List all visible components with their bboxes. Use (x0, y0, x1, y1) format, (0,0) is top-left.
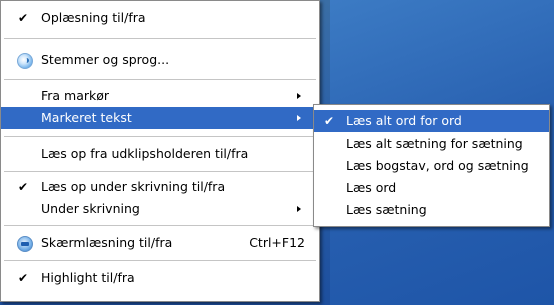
menu-item-label: Markeret tekst (41, 110, 132, 125)
check-icon: ✔ (18, 271, 29, 285)
menu-item-label: Highlight til/fra (41, 270, 135, 285)
menu-item-label: Læs op under skrivning til/fra (41, 179, 226, 194)
submenu-item-label: Læs ord (346, 180, 397, 195)
menu-separator (4, 225, 316, 226)
menu-item-label: Skærmlæsning til/fra (41, 235, 173, 250)
speaker-icon (17, 53, 33, 69)
submenu-item-label: Læs sætning (346, 202, 427, 217)
submenu-item-read-letter-word-sentence[interactable]: Læs bogstav, ord og sætning (314, 155, 549, 177)
submenu-item-read-sentence[interactable]: Læs sætning (314, 199, 549, 221)
menu-separator (4, 171, 316, 172)
menu-item-screen-reading[interactable]: Skærmlæsning til/fra Ctrl+F12 (1, 232, 319, 254)
menu-item-label: Fra markør (41, 88, 110, 103)
context-menu: ✔ Oplæsning til/fra Stemmer og sprog... … (0, 0, 320, 302)
menu-item-read-clipboard[interactable]: Læs op fra udklipsholderen til/fra (1, 143, 319, 165)
menu-separator (4, 79, 316, 80)
menu-separator (4, 38, 316, 39)
check-icon: ✔ (324, 114, 335, 128)
menu-item-reading-toggle[interactable]: ✔ Oplæsning til/fra (1, 7, 319, 29)
submenu-arrow-icon (297, 206, 301, 212)
menu-item-label: Oplæsning til/fra (41, 10, 146, 25)
screen-reader-icon (17, 236, 33, 252)
menu-item-selected-text[interactable]: Markeret tekst (1, 107, 319, 129)
submenu-arrow-icon (297, 93, 301, 99)
submenu-item-label: Læs alt sætning for sætning (346, 136, 523, 151)
menu-item-label: Under skrivning (41, 201, 140, 216)
submenu-item-label: Læs bogstav, ord og sætning (346, 158, 529, 173)
menu-item-from-cursor[interactable]: Fra markør (1, 85, 319, 107)
menu-separator (4, 260, 316, 261)
menu-separator (4, 136, 316, 137)
submenu-item-read-all-word-by-word[interactable]: ✔ Læs alt ord for ord (314, 110, 549, 132)
menu-item-read-while-typing[interactable]: ✔ Læs op under skrivning til/fra (1, 176, 319, 198)
check-icon: ✔ (18, 180, 29, 194)
submenu-item-label: Læs alt ord for ord (346, 113, 462, 128)
menu-item-while-typing[interactable]: Under skrivning (1, 198, 319, 220)
menu-item-voices-language[interactable]: Stemmer og sprog... (1, 49, 319, 71)
selected-text-submenu: ✔ Læs alt ord for ord Læs alt sætning fo… (313, 104, 550, 227)
submenu-item-read-word[interactable]: Læs ord (314, 177, 549, 199)
menu-item-label: Stemmer og sprog... (41, 52, 170, 67)
shortcut-label: Ctrl+F12 (249, 235, 305, 250)
menu-item-highlight-toggle[interactable]: ✔ Highlight til/fra (1, 267, 319, 289)
menu-item-label: Læs op fra udklipsholderen til/fra (41, 146, 249, 161)
submenu-item-read-all-sentence-by-sentence[interactable]: Læs alt sætning for sætning (314, 133, 549, 155)
check-icon: ✔ (18, 11, 29, 25)
submenu-arrow-icon (297, 115, 301, 121)
